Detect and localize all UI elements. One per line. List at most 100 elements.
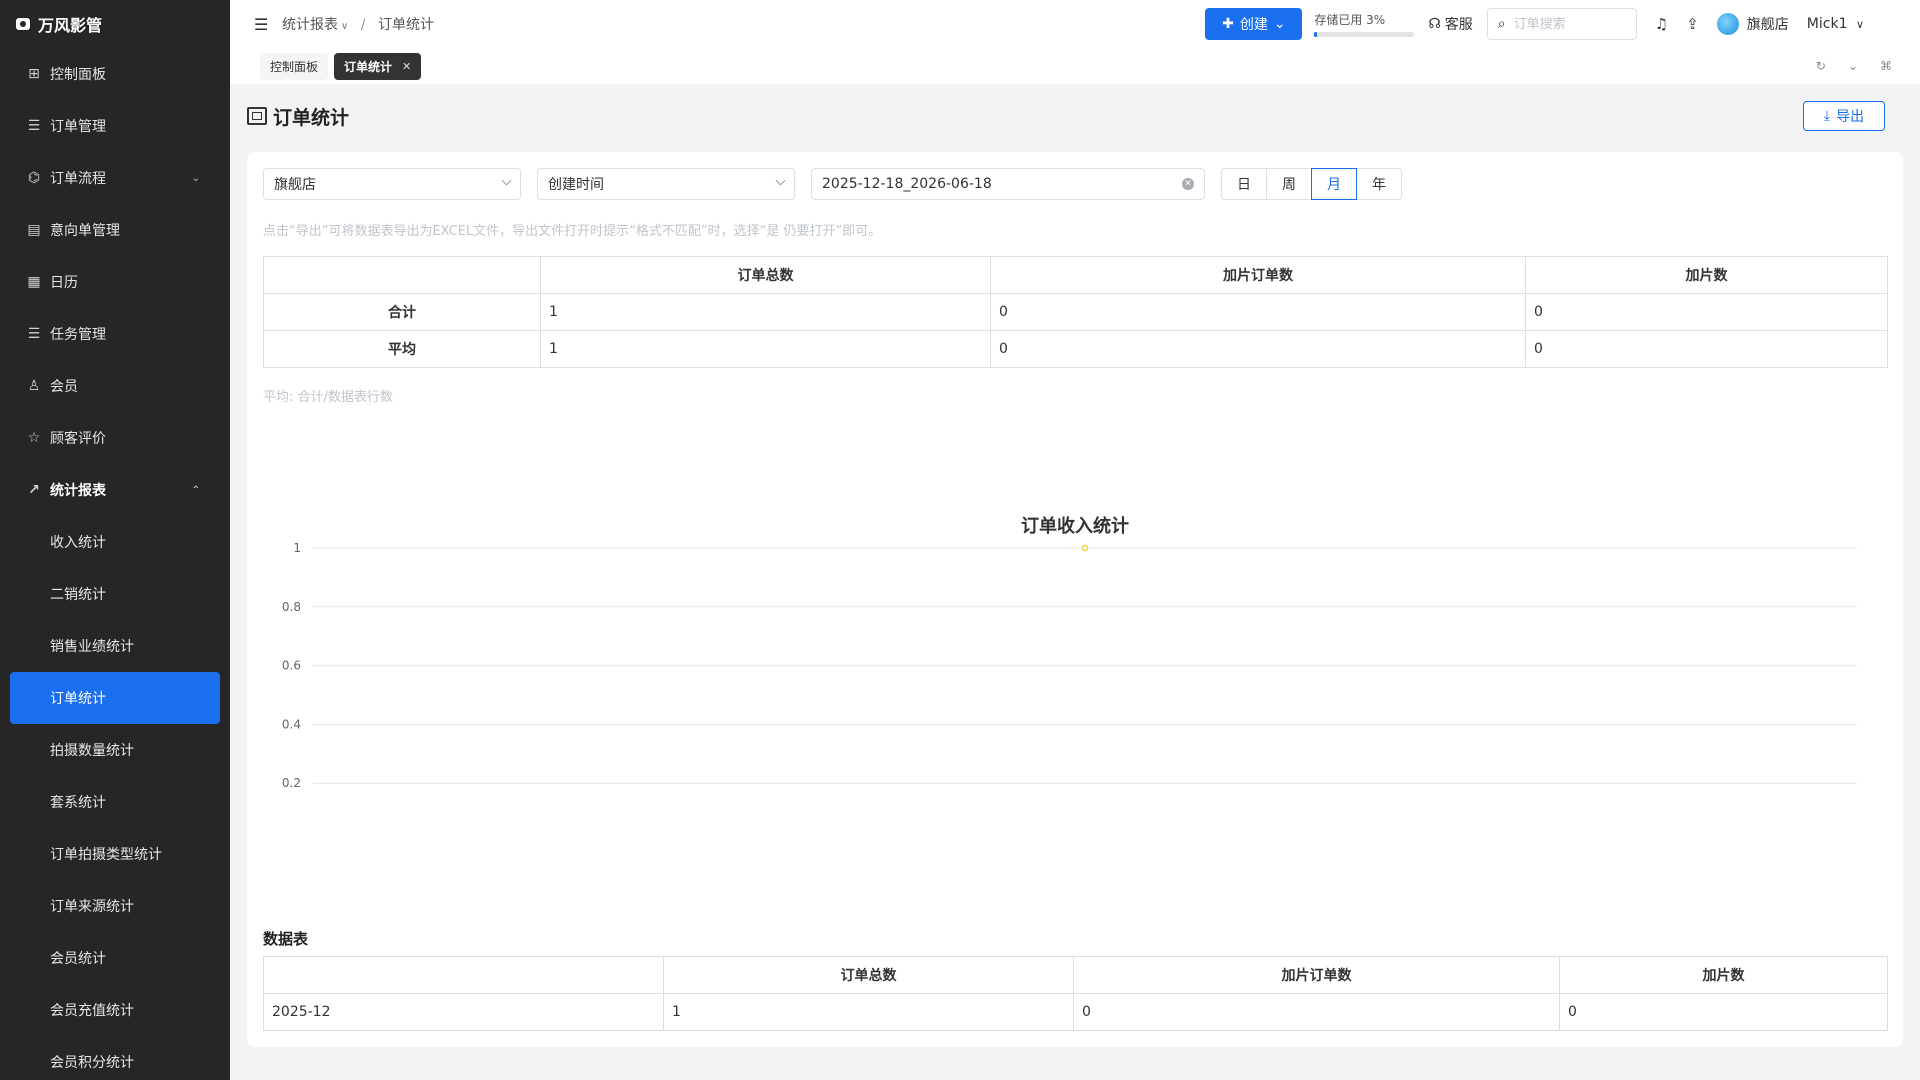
data-table-title: 数据表 xyxy=(263,930,309,948)
create-button[interactable]: ✚ 创建 ⌄ xyxy=(1205,8,1303,40)
download-icon: ⤓ xyxy=(1823,108,1831,124)
table-header: 加片数 xyxy=(1525,256,1888,294)
sidebar-item-intent-orders[interactable]: ▤ 意向单管理 xyxy=(0,204,230,256)
granularity-month[interactable]: 月 xyxy=(1311,168,1357,200)
menu-fold-icon[interactable]: ☰ xyxy=(254,15,272,34)
list-icon: ☰ xyxy=(27,118,41,134)
star-icon: ☆ xyxy=(27,430,41,446)
create-button-label: 创建 xyxy=(1239,17,1268,33)
clear-icon[interactable]: ✕ xyxy=(1182,178,1194,190)
page-title: 订单统计 xyxy=(247,103,349,130)
headset-icon: ☊ xyxy=(1428,16,1441,32)
order-chart: 订单收入统计00.20.40.60.812025-12加片数加片订单数订单总数 xyxy=(247,430,1903,896)
table-row: 合计 1 0 0 xyxy=(263,293,1888,331)
sidebar-item-order-flow[interactable]: ⌬ 订单流程 ⌄ xyxy=(0,152,230,204)
filter-bar: 旗舰店 创建时间 2025-12-18_2026-06-18 ✕ 日 周 月 年 xyxy=(263,168,1402,200)
tab-dashboard[interactable]: 控制面板 xyxy=(260,52,329,80)
customer-service-label: 客服 xyxy=(1444,17,1473,33)
y-tick-label: 0.8 xyxy=(282,600,301,614)
upload-icon[interactable]: ⇪ xyxy=(1686,15,1699,33)
refresh-icon[interactable]: ↻ xyxy=(1816,59,1826,73)
table-cell: 0 xyxy=(1073,993,1560,1031)
date-range-picker[interactable]: 2025-12-18_2026-06-18 ✕ xyxy=(811,168,1205,200)
table-header xyxy=(263,256,541,294)
data-table: 订单总数 加片订单数 加片数 2025-12 1 0 0 xyxy=(263,956,1888,1031)
y-tick-label: 0.6 xyxy=(282,659,301,673)
chart-title: 订单收入统计 xyxy=(1021,515,1129,537)
dashboard-icon: ⊞ xyxy=(28,66,40,82)
sidebar-item-calendar[interactable]: ▦ 日历 xyxy=(0,256,230,308)
sidebar-subitem-shoot-type[interactable]: 订单拍摄类型统计 xyxy=(0,828,230,880)
sidebar-subitem-sales-performance[interactable]: 销售业绩统计 xyxy=(0,620,230,672)
chevron-down-icon: ∨ xyxy=(341,21,349,32)
sidebar-item-label: 控制面板 xyxy=(50,67,106,83)
chevron-up-icon: ⌃ xyxy=(191,484,200,496)
export-button[interactable]: ⤓ 导出 xyxy=(1803,101,1885,131)
sidebar-item-label: 订单流程 xyxy=(50,171,106,187)
chevron-down-icon[interactable]: ⌄ xyxy=(1848,59,1858,73)
sidebar-item-label: 订单管理 xyxy=(50,119,106,135)
breadcrumb-parent[interactable]: 统计报表 xyxy=(282,17,338,33)
sidebar-item-dashboard[interactable]: ⊞ 控制面板 xyxy=(0,48,230,100)
customer-service-link[interactable]: ☊ 客服 xyxy=(1428,14,1472,34)
sidebar-subitem-member-recharge[interactable]: 会员充值统计 xyxy=(0,984,230,1036)
breadcrumb-separator: / xyxy=(360,17,366,33)
sidebar-item-reviews[interactable]: ☆ 顾客评价 xyxy=(0,412,230,464)
granularity-day[interactable]: 日 xyxy=(1221,168,1267,200)
search-icon: ⌕ xyxy=(1497,16,1506,32)
sidebar-item-members[interactable]: ♙ 会员 xyxy=(0,360,230,412)
user-menu[interactable]: Mick1 ∨ xyxy=(1807,16,1864,32)
table-header xyxy=(263,956,664,994)
storage-progress-fill xyxy=(1314,32,1318,37)
sidebar-item-orders[interactable]: ☰ 订单管理 xyxy=(0,100,230,152)
storage-progress-bar xyxy=(1314,32,1415,37)
page-title-text: 订单统计 xyxy=(273,106,350,129)
user-name: Mick1 xyxy=(1806,16,1848,32)
table-cell: 1 xyxy=(540,330,991,368)
page-header: 订单统计 ⤓ 导出 xyxy=(247,100,1900,132)
sidebar-subitem-member-stats[interactable]: 会员统计 xyxy=(0,932,230,984)
line-chart: 订单收入统计00.20.40.60.812025-12加片数加片订单数订单总数 xyxy=(282,515,1857,896)
sidebar-subitem-order-stats[interactable]: 订单统计 xyxy=(10,672,220,724)
sidebar-subitem-shoot-count[interactable]: 拍摄数量统计 xyxy=(0,724,230,776)
sidebar-subitem-package[interactable]: 套系统计 xyxy=(0,776,230,828)
store-select[interactable]: 旗舰店 xyxy=(263,168,521,200)
search-input[interactable] xyxy=(1513,16,1614,32)
table-header-row: 订单总数 加片订单数 加片数 xyxy=(263,256,1888,294)
store-switcher[interactable]: 旗舰店 xyxy=(1716,13,1789,35)
store-name: 旗舰店 xyxy=(1746,17,1789,33)
bell-icon[interactable]: ♫ xyxy=(1655,15,1668,33)
plus-icon: ✚ xyxy=(1222,16,1234,32)
sidebar-menu: ⊞ 控制面板 ☰ 订单管理 ⌬ 订单流程 ⌄ ▤ 意向单管理 ▦ 日历 ☰ 任务… xyxy=(0,48,230,1080)
sidebar-subitem-member-points[interactable]: 会员积分统计 xyxy=(0,1036,230,1080)
table-cell: 0 xyxy=(1525,330,1888,368)
order-search: ⌕ xyxy=(1486,8,1637,40)
fullscreen-icon[interactable]: ⌘ xyxy=(1880,59,1892,73)
table-cell: 1 xyxy=(540,293,991,331)
flow-icon: ⌬ xyxy=(27,170,41,186)
sidebar-subitem-income[interactable]: 收入统计 xyxy=(0,516,230,568)
chevron-down-icon: ∨ xyxy=(1855,18,1864,31)
tab-label: 订单统计 xyxy=(344,59,393,74)
store-select-value: 旗舰店 xyxy=(274,177,316,193)
sidebar-item-tasks[interactable]: ☰ 任务管理 xyxy=(0,308,230,360)
granularity-week[interactable]: 周 xyxy=(1266,168,1312,200)
sidebar-subitem-order-source[interactable]: 订单来源统计 xyxy=(0,880,230,932)
table-cell: 合计 xyxy=(263,293,541,331)
sidebar-item-label: 日历 xyxy=(50,275,78,291)
close-icon[interactable]: ✕ xyxy=(402,60,411,73)
table-cell: 平均 xyxy=(263,330,541,368)
tab-order-stats[interactable]: 订单统计 ✕ xyxy=(334,52,422,80)
y-tick-label: 0.4 xyxy=(282,717,301,731)
granularity-year[interactable]: 年 xyxy=(1356,168,1402,200)
date-range-value: 2025-12-18_2026-06-18 xyxy=(822,176,992,192)
table-header: 订单总数 xyxy=(663,956,1074,994)
sidebar-item-reports[interactable]: ↗ 统计报表 ⌃ xyxy=(0,464,230,516)
storage-usage: 存储已用 3% xyxy=(1314,11,1415,37)
chevron-down-icon xyxy=(501,175,512,186)
sidebar-item-label: 意向单管理 xyxy=(50,223,120,239)
time-field-select[interactable]: 创建时间 xyxy=(537,168,795,200)
table-row: 平均 1 0 0 xyxy=(263,330,1888,368)
sidebar-subitem-secondary-sales[interactable]: 二销统计 xyxy=(0,568,230,620)
table-cell: 0 xyxy=(990,330,1526,368)
